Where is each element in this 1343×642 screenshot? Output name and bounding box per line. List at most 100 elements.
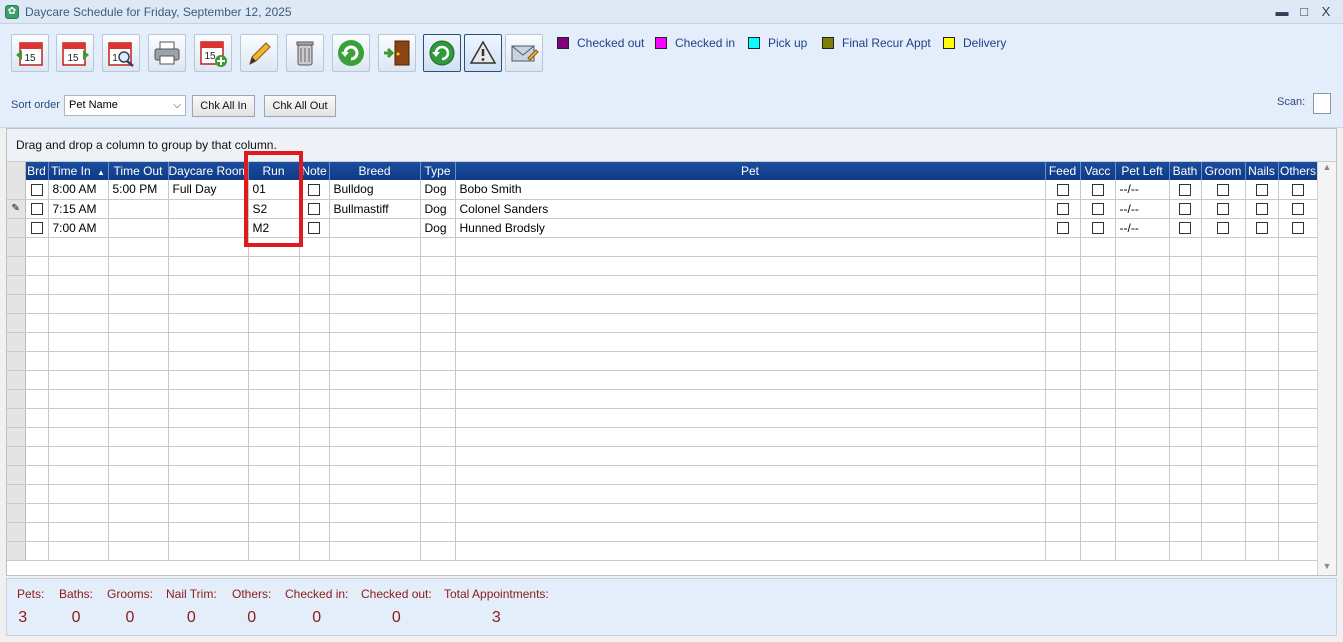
breed-cell[interactable]: Bullmastiff — [329, 199, 421, 219]
edit-button[interactable] — [240, 34, 278, 72]
empty-row[interactable] — [7, 332, 1319, 352]
row-selector[interactable] — [7, 332, 26, 352]
checkbox[interactable] — [1217, 203, 1229, 216]
pet-cell[interactable] — [455, 446, 1046, 466]
run-cell[interactable] — [248, 484, 300, 504]
nails-cell[interactable] — [1245, 256, 1279, 276]
empty-row[interactable] — [7, 294, 1319, 314]
next-day-button[interactable]: 15 — [56, 34, 94, 72]
daycare-room-cell[interactable] — [168, 465, 249, 485]
pet-cell[interactable] — [455, 370, 1046, 390]
vacc-cell[interactable] — [1080, 484, 1116, 504]
bath-cell[interactable] — [1169, 484, 1202, 504]
breed-cell[interactable] — [329, 218, 421, 238]
breed-cell[interactable] — [329, 446, 421, 466]
vacc-cell[interactable] — [1080, 446, 1116, 466]
brd-cell[interactable] — [25, 256, 49, 276]
groom-cell[interactable] — [1201, 313, 1246, 333]
bath-cell[interactable] — [1169, 351, 1202, 371]
breed-cell[interactable] — [329, 541, 421, 561]
row-selector[interactable] — [7, 218, 26, 238]
others-cell[interactable] — [1278, 256, 1319, 276]
vacc-cell[interactable] — [1080, 237, 1116, 257]
print-button[interactable] — [148, 34, 186, 72]
vacc-cell[interactable] — [1080, 199, 1116, 219]
bath-cell[interactable] — [1169, 465, 1202, 485]
row-selector[interactable] — [7, 427, 26, 447]
vacc-cell[interactable] — [1080, 351, 1116, 371]
breed-cell[interactable] — [329, 522, 421, 542]
previous-day-button[interactable]: 15 — [11, 34, 49, 72]
checkbox[interactable] — [30, 184, 43, 197]
empty-row[interactable] — [7, 503, 1319, 523]
note-cell[interactable] — [299, 294, 330, 314]
time-out-cell[interactable] — [108, 237, 169, 257]
others-cell[interactable] — [1278, 370, 1319, 390]
time-out-cell[interactable] — [108, 370, 169, 390]
note-cell[interactable] — [299, 370, 330, 390]
table-row[interactable]: ✎ 7:15 AM S2 Bullmastiff Dog Colonel Sanders -… — [7, 199, 1319, 219]
nails-cell[interactable] — [1245, 332, 1279, 352]
others-cell[interactable] — [1278, 465, 1319, 485]
feed-cell[interactable] — [1045, 332, 1081, 352]
empty-row[interactable] — [7, 389, 1319, 409]
time-out-cell[interactable] — [108, 465, 169, 485]
time-out-cell[interactable] — [108, 522, 169, 542]
feed-cell[interactable] — [1045, 256, 1081, 276]
time-in-cell[interactable] — [48, 313, 109, 333]
run-cell[interactable] — [248, 370, 300, 390]
row-selector[interactable] — [7, 275, 26, 295]
checkbox[interactable] — [1179, 184, 1191, 197]
sort-order-select[interactable]: Pet Name ⌵ — [64, 95, 186, 116]
pet-cell[interactable]: Bobo Smith — [455, 180, 1046, 200]
daycare-room-cell[interactable] — [168, 408, 249, 428]
note-cell[interactable] — [299, 541, 330, 561]
bath-cell[interactable] — [1169, 199, 1202, 219]
bath-cell[interactable] — [1169, 427, 1202, 447]
note-cell[interactable] — [299, 446, 330, 466]
brd-cell[interactable] — [25, 313, 49, 333]
pet-left-cell[interactable] — [1115, 370, 1170, 390]
time-in-cell[interactable] — [48, 541, 109, 561]
breed-cell[interactable] — [329, 389, 421, 409]
time-in-cell[interactable] — [48, 237, 109, 257]
time-out-cell[interactable] — [108, 199, 169, 219]
note-cell[interactable] — [299, 332, 330, 352]
time-in-cell[interactable] — [48, 408, 109, 428]
bath-cell[interactable] — [1169, 313, 1202, 333]
checkbox[interactable] — [1255, 184, 1268, 197]
type-cell[interactable] — [420, 294, 456, 314]
time-in-cell[interactable] — [48, 465, 109, 485]
empty-row[interactable] — [7, 351, 1319, 371]
others-cell[interactable] — [1278, 180, 1319, 200]
groom-cell[interactable] — [1201, 541, 1246, 561]
bath-cell[interactable] — [1169, 275, 1202, 295]
groom-cell[interactable] — [1201, 389, 1246, 409]
checkbox[interactable] — [1292, 222, 1304, 235]
others-cell[interactable] — [1278, 427, 1319, 447]
daycare-room-cell[interactable] — [168, 541, 249, 561]
empty-row[interactable] — [7, 522, 1319, 542]
pet-cell[interactable] — [455, 389, 1046, 409]
bath-cell[interactable] — [1169, 541, 1202, 561]
feed-cell[interactable] — [1045, 199, 1081, 219]
feed-cell[interactable] — [1045, 446, 1081, 466]
bath-cell[interactable] — [1169, 408, 1202, 428]
vacc-cell[interactable] — [1080, 465, 1116, 485]
row-selector[interactable] — [7, 237, 26, 257]
groom-cell[interactable] — [1201, 256, 1246, 276]
time-in-cell[interactable] — [48, 522, 109, 542]
feed-cell[interactable] — [1045, 180, 1081, 200]
pet-left-cell[interactable] — [1115, 237, 1170, 257]
warning-button[interactable] — [464, 34, 502, 72]
vacc-cell[interactable] — [1080, 256, 1116, 276]
run-cell[interactable] — [248, 256, 300, 276]
nails-cell[interactable] — [1245, 275, 1279, 295]
brd-cell[interactable] — [25, 351, 49, 371]
breed-cell[interactable] — [329, 332, 421, 352]
feed-cell[interactable] — [1045, 503, 1081, 523]
bath-cell[interactable] — [1169, 294, 1202, 314]
empty-row[interactable] — [7, 370, 1319, 390]
others-cell[interactable] — [1278, 351, 1319, 371]
type-cell[interactable] — [420, 408, 456, 428]
